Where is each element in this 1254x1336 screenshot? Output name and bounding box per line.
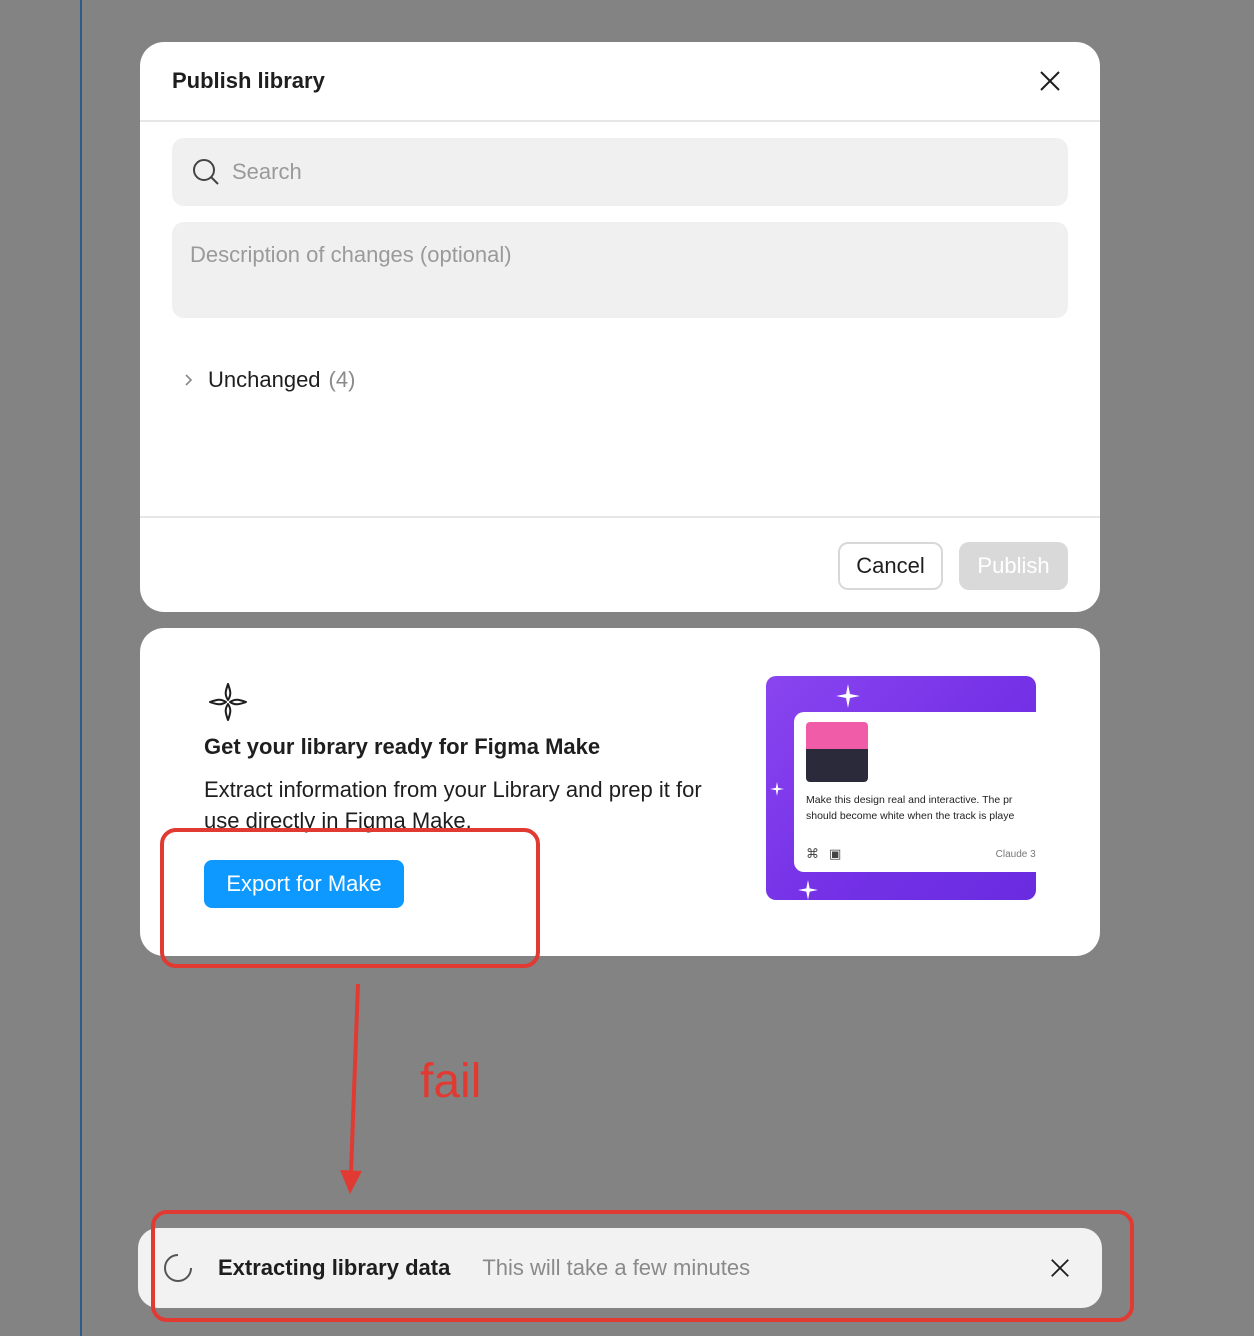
- promo-description: Extract information from your Library an…: [204, 777, 702, 833]
- figma-make-icon: [209, 683, 247, 721]
- annotation-arrow: [340, 983, 362, 1194]
- dialog-footer: Cancel Publish: [140, 516, 1100, 612]
- figma-make-preview-image: Make this design real and interactive. T…: [766, 676, 1036, 900]
- search-field[interactable]: [172, 138, 1068, 206]
- unchanged-count: (4): [328, 367, 356, 392]
- unchanged-toggle[interactable]: Unchanged (4): [184, 360, 355, 400]
- canvas-divider: [80, 0, 82, 1336]
- model-label: Claude 3.7: [995, 849, 1036, 860]
- prompt-line-2: should become white when the track is pl…: [806, 810, 1015, 822]
- cancel-button[interactable]: Cancel: [838, 542, 943, 590]
- sparkle-icon: [836, 684, 860, 708]
- description-input[interactable]: [172, 222, 1068, 318]
- prompt-preview-card: Make this design real and interactive. T…: [794, 712, 1036, 872]
- annotation-highlight-toast: [151, 1210, 1134, 1322]
- annotation-highlight-export: [160, 828, 540, 968]
- unchanged-label: Unchanged: [208, 367, 321, 392]
- search-icon: [193, 159, 219, 185]
- prompt-line-1: Make this design real and interactive. T…: [806, 794, 1013, 806]
- close-dialog-button[interactable]: [1030, 61, 1070, 101]
- sparkle-icon: [770, 782, 784, 796]
- prompt-toolbar: ⌘ ▣: [806, 846, 841, 862]
- album-thumbnail: [806, 722, 868, 782]
- dialog-header: Publish library: [140, 42, 1100, 122]
- search-input[interactable]: [232, 159, 1032, 185]
- component-icon: ⌘: [806, 846, 819, 861]
- image-icon: ▣: [829, 846, 842, 861]
- prompt-preview-text: Make this design real and interactive. T…: [806, 792, 1036, 824]
- publish-button[interactable]: Publish: [959, 542, 1068, 590]
- annotation-fail-label: fail: [420, 1055, 482, 1108]
- chevron-right-icon: [185, 374, 193, 386]
- publish-library-dialog: Publish library Unchanged (4) Cancel Pub…: [140, 42, 1100, 612]
- promo-title: Get your library ready for Figma Make: [204, 734, 601, 759]
- sparkle-icon: [798, 880, 818, 900]
- close-icon: [1040, 71, 1060, 91]
- dialog-title: Publish library: [172, 68, 325, 93]
